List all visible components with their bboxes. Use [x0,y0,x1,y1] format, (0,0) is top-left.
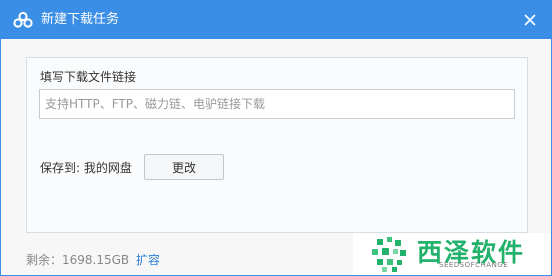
expand-storage-link[interactable]: 扩容 [136,251,160,268]
baidu-cloud-icon [13,11,33,28]
watermark-logo-icon [372,237,406,272]
title-bar: 新建下载任务 [1,1,551,39]
download-form-panel: 填写下载文件链接 保存到: 我的网盘 更改 [26,57,528,233]
window-title: 新建下载任务 [41,12,120,27]
download-url-input[interactable] [39,89,515,119]
save-location-label: 保存到: 我的网盘 [40,161,132,175]
watermark-subtext: SEEDSOFCHANGE [439,261,509,269]
close-icon[interactable] [519,9,541,31]
watermark: 西泽软件 SEEDSOFCHANGE [353,233,551,275]
change-location-button[interactable]: 更改 [144,154,224,180]
url-field-label: 填写下载文件链接 [40,70,137,84]
new-download-dialog: 新建下载任务 填写下载文件链接 保存到: 我的网盘 更改 剩余：1698.15G… [0,0,552,276]
remaining-space-text: 剩余：1698.15GB [26,253,130,267]
